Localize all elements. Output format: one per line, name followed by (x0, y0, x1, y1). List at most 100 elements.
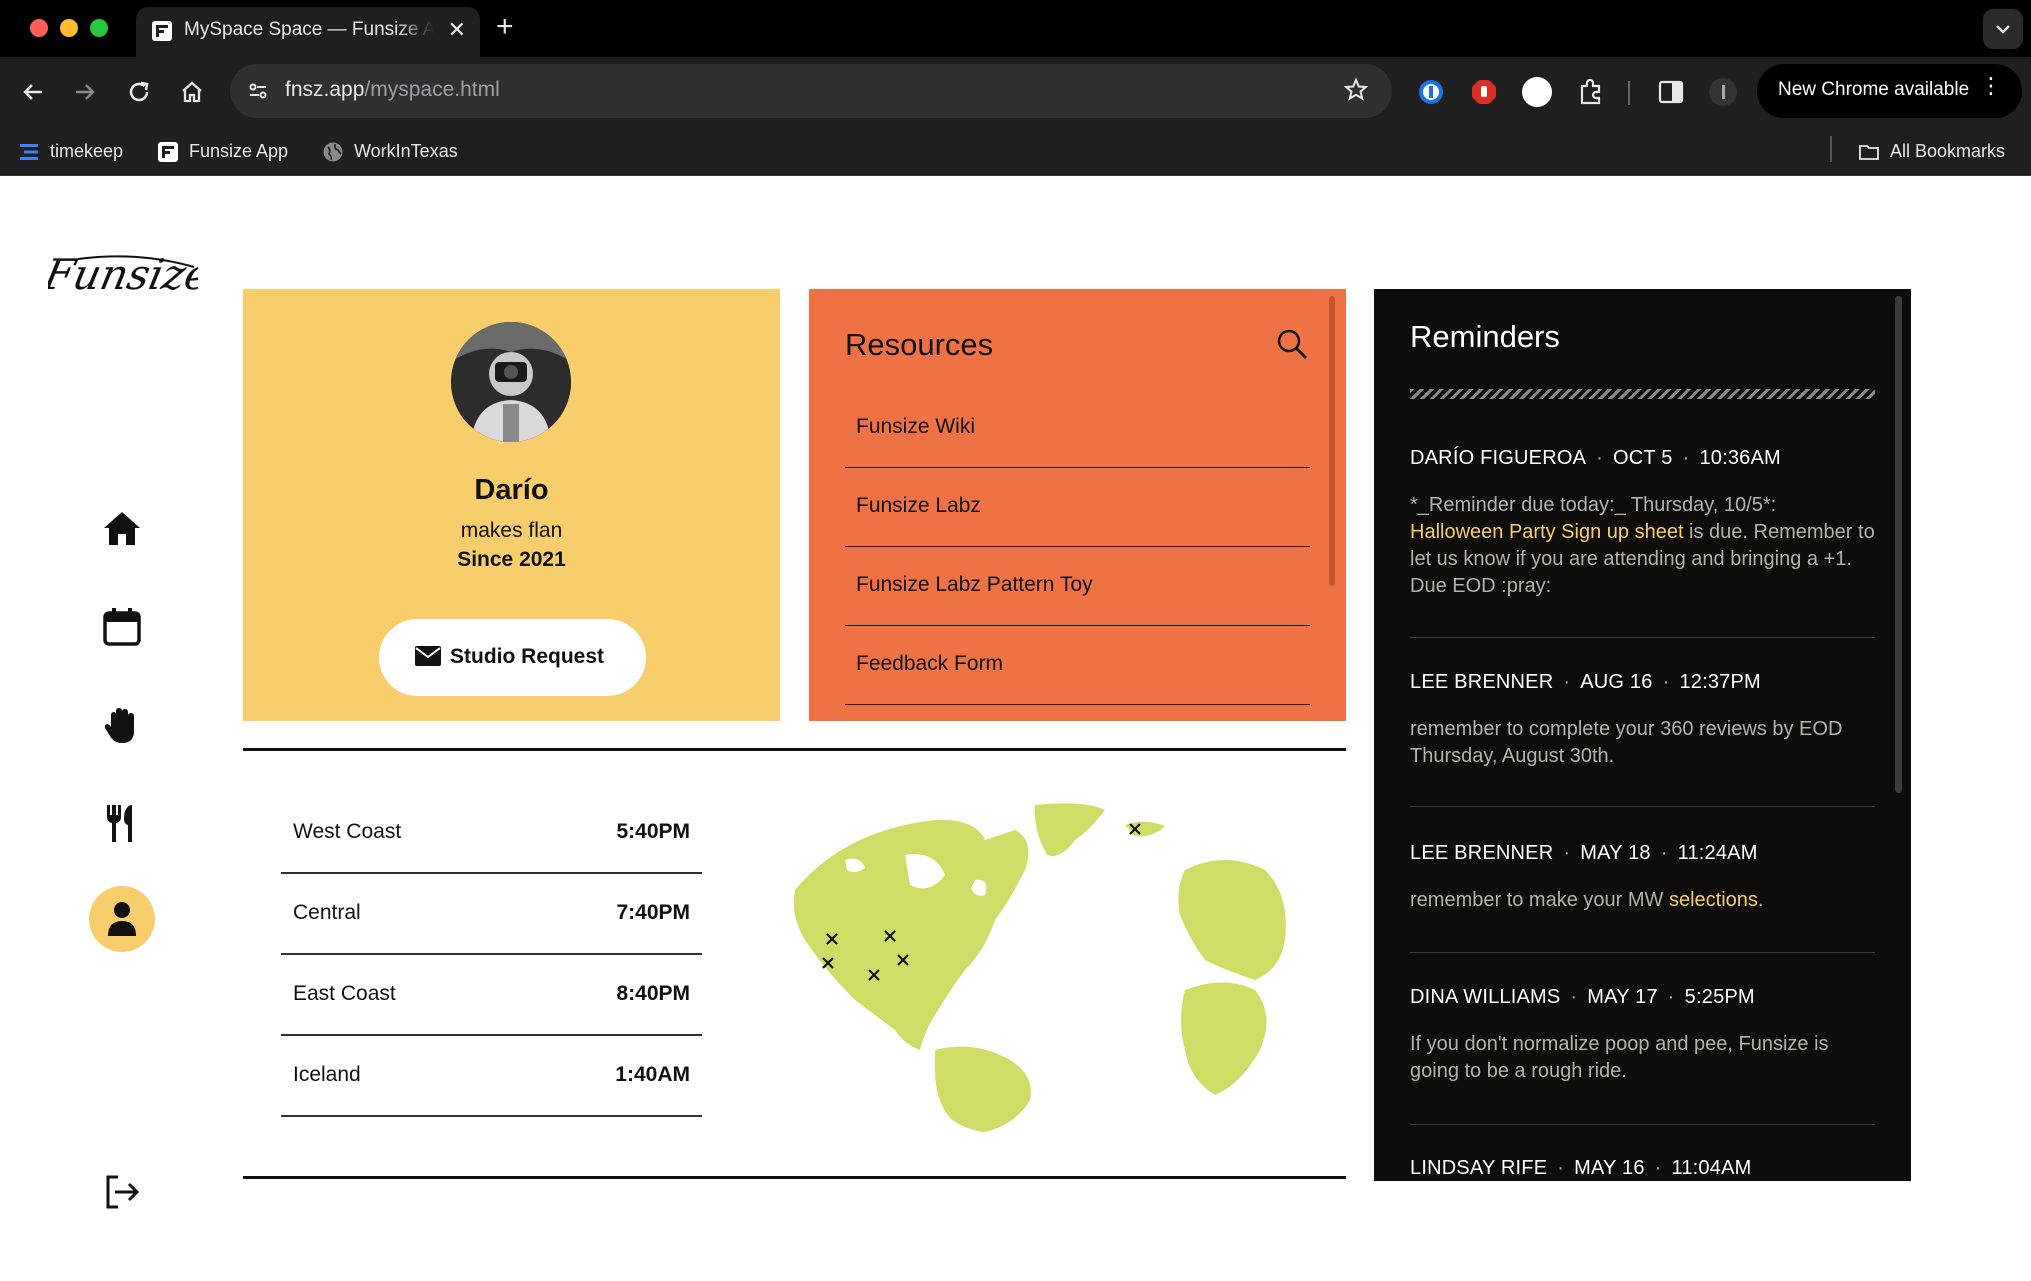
timezone-time: 7:40PM (616, 901, 690, 924)
section-divider-bottom (243, 1176, 1346, 1179)
address-bar[interactable]: fnsz.app/myspace.html (230, 64, 1392, 118)
resource-link-pattern-toy[interactable]: Funsize Labz Pattern Toy (845, 547, 1310, 626)
timekeep-icon (20, 144, 38, 160)
profile-avatar-icon[interactable] (1707, 76, 1739, 108)
svg-text:Funsize: Funsize (48, 251, 198, 299)
extension-adblock-icon[interactable] (1468, 76, 1500, 108)
timezone-row: West Coast 5:40PM (281, 793, 702, 874)
reminder-meta: LINDSAY RIFE · MAY 16 · 11:04AM (1410, 1157, 1752, 1179)
hand-icon[interactable] (100, 703, 144, 747)
url-text: fnsz.app/myspace.html (285, 78, 500, 101)
reminder-item: LINDSAY RIFE · MAY 16 · 11:04AM (1410, 1157, 1875, 1181)
profile-card: Darío makes flan Since 2021 Studio Reque… (243, 289, 780, 721)
back-icon[interactable] (16, 75, 50, 109)
globe-icon (323, 142, 343, 162)
close-window-button[interactable] (30, 19, 48, 37)
bookmarks-divider (1830, 136, 1832, 162)
timezone-time: 8:40PM (616, 982, 690, 1005)
timezone-name: West Coast (293, 820, 402, 843)
funsize-favicon-icon (152, 21, 172, 41)
timezone-row: Iceland 1:40AM (281, 1036, 702, 1117)
reminder-meta: DARÍO FIGUEROA · OCT 5 · 10:36AM (1410, 447, 1781, 469)
chevron-down-icon (1996, 25, 2010, 34)
reminders-divider-hatch (1410, 389, 1875, 399)
reminder-item: DARÍO FIGUEROA · OCT 5 · 10:36AM *_Reminder … (1410, 447, 1875, 638)
new-chrome-available-button[interactable]: New Chrome available ⋮ (1757, 64, 2022, 118)
all-bookmarks-button[interactable]: All Bookmarks (1858, 135, 2005, 167)
bookmark-star-icon[interactable] (1342, 76, 1370, 104)
extensions-puzzle-icon[interactable] (1575, 76, 1607, 108)
home-browser-icon[interactable] (175, 75, 209, 109)
reminders-card: Reminders DARÍO FIGUEROA · OCT 5 · 10:36AM *… (1374, 289, 1911, 1181)
profile-photo (451, 322, 571, 442)
world-map (793, 803, 1286, 1132)
reminder-item: DINA WILLIAMS · MAY 17 · 5:25PM If you don't… (1410, 986, 1875, 1125)
forward-icon[interactable] (68, 75, 102, 109)
profile-nav-button[interactable] (89, 886, 155, 952)
reminders-scrollbar[interactable] (1895, 296, 1902, 793)
user-icon (108, 902, 136, 936)
tab-strip: MySpace Space — Funsize App ✕ + (0, 0, 2031, 57)
more-menu-icon[interactable]: ⋮ (1980, 75, 2002, 97)
browser-toolbar: fnsz.app/myspace.html New Chrome availab… (0, 57, 2031, 127)
timezone-row: Central 7:40PM (281, 874, 702, 955)
folder-icon (1859, 145, 1879, 160)
reload-icon[interactable] (122, 75, 156, 109)
reminders-title: Reminders (1410, 319, 1560, 354)
resources-title: Resources (845, 327, 994, 362)
new-tab-button[interactable]: + (496, 10, 514, 44)
profile-tagline: makes flan (460, 519, 563, 542)
resource-link-funsize-wiki[interactable]: Funsize Wiki (845, 389, 1310, 468)
reminder-meta: DINA WILLIAMS · MAY 17 · 5:25PM (1410, 986, 1755, 1008)
section-divider-top (243, 748, 1346, 751)
timezone-name: Iceland (293, 1063, 361, 1086)
side-panel-icon[interactable] (1655, 76, 1687, 108)
reminder-meta: LEE BRENNER · MAY 18 · 11:24AM (1410, 842, 1758, 864)
tab-search-button[interactable] (1983, 9, 2023, 49)
reminder-body: *_Reminder due today:_ Thursday, 10/5*: … (1410, 494, 1875, 597)
resources-card: Resources Funsize Wiki Funsize Labz Funs… (809, 289, 1346, 721)
envelope-icon (415, 646, 441, 666)
reminder-item: LEE BRENNER · MAY 18 · 11:24AM remember to m… (1410, 842, 1875, 953)
resource-link-feedback-form[interactable]: Feedback Form (845, 626, 1310, 705)
profile-name: Darío (474, 474, 549, 506)
profile-since: Since 2021 (457, 548, 566, 571)
extension-1password-icon[interactable] (1415, 76, 1447, 108)
timezone-time: 5:40PM (616, 820, 690, 843)
browser-chrome: MySpace Space — Funsize App ✕ + fnsz.app… (0, 0, 2031, 176)
browser-tab[interactable]: MySpace Space — Funsize App ✕ (136, 7, 480, 57)
myspace-page: Funsize Darío makes flan Since 2021 Stud… (0, 177, 2031, 1281)
search-icon[interactable] (1275, 327, 1309, 361)
bookmark-funsize-app[interactable]: Funsize App (157, 135, 288, 167)
minimize-window-button[interactable] (60, 19, 78, 37)
reminder-meta: LEE BRENNER · AUG 16 · 12:37PM (1410, 671, 1761, 693)
reminder-item: LEE BRENNER · AUG 16 · 12:37PM remember to c… (1410, 671, 1875, 807)
studio-request-label: Studio Request (450, 645, 605, 668)
reminder-body: remember to complete your 360 reviews by… (1410, 718, 1843, 767)
home-icon[interactable] (100, 507, 144, 551)
extension-circle-icon[interactable] (1521, 76, 1553, 108)
halloween-signup-link[interactable]: Halloween Party Sign up sheet (1410, 521, 1684, 543)
calendar-icon[interactable] (100, 605, 144, 649)
timezone-time: 1:40AM (615, 1063, 690, 1086)
tab-close-icon[interactable]: ✕ (448, 18, 466, 42)
logout-icon[interactable] (100, 1170, 144, 1214)
mw-selections-link[interactable]: selections (1669, 889, 1758, 911)
utensils-icon[interactable] (100, 801, 144, 845)
bookmarks-bar: timekeep Funsize App WorkInTexas All Boo… (0, 127, 2031, 176)
timezone-name: Central (293, 901, 361, 924)
resources-scrollbar[interactable] (1329, 296, 1335, 586)
timezone-row: East Coast 8:40PM (281, 955, 702, 1036)
bookmark-workintexas[interactable]: WorkInTexas (322, 135, 458, 167)
funsize-logo[interactable]: Funsize (48, 241, 198, 311)
avatar (451, 322, 571, 442)
timezone-name: East Coast (293, 982, 396, 1005)
bookmark-timekeep[interactable]: timekeep (18, 135, 123, 167)
resource-link-funsize-labz[interactable]: Funsize Labz (845, 468, 1310, 547)
tab-title: MySpace Space — Funsize App (184, 19, 434, 40)
maximize-window-button[interactable] (90, 19, 108, 37)
site-info-icon[interactable] (246, 79, 270, 103)
reminder-body: remember to make your MW selections. (1410, 889, 1764, 911)
toolbar-divider (1628, 81, 1630, 105)
studio-request-button[interactable]: Studio Request (379, 619, 646, 696)
